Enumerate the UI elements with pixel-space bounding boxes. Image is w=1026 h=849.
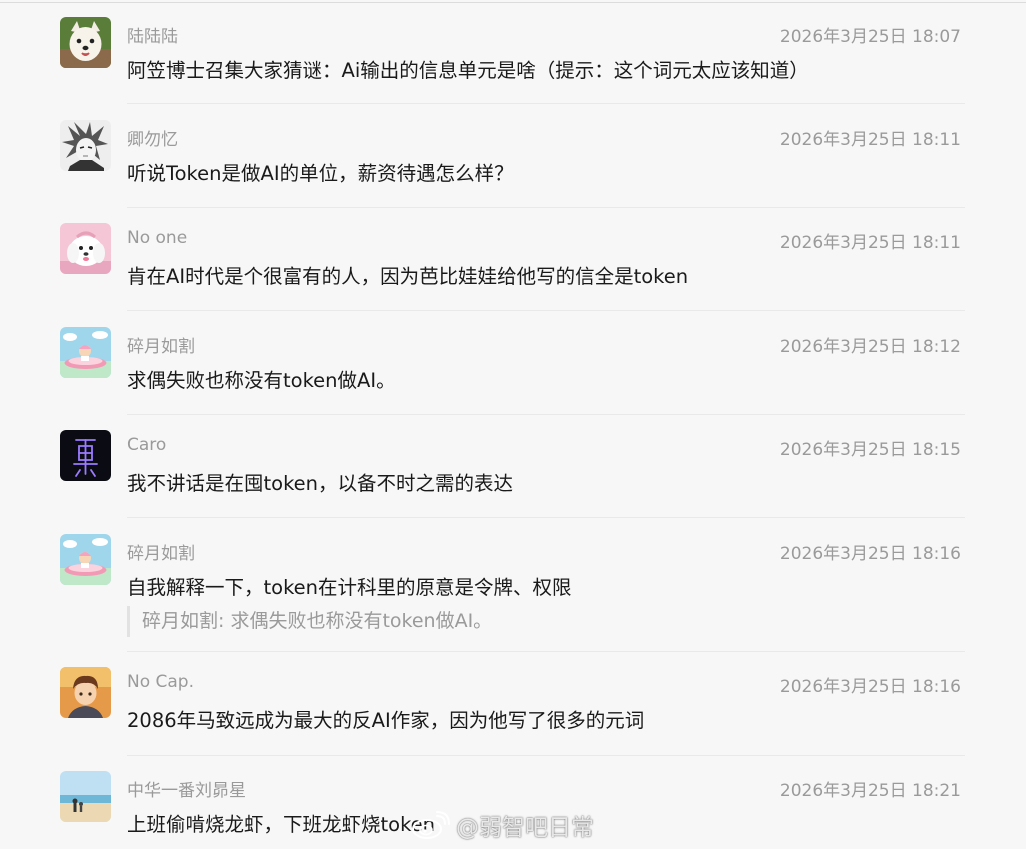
top-divider	[0, 2, 1026, 3]
avatar[interactable]	[60, 534, 111, 585]
avatar[interactable]	[60, 223, 111, 274]
commenter-name[interactable]: No one	[127, 228, 187, 248]
comment-text: 自我解释一下，token在计科里的原意是令牌、权限	[127, 576, 572, 599]
comment-divider	[127, 755, 965, 756]
commenter-name[interactable]: Caro	[127, 435, 166, 455]
quoted-reply[interactable]: 碎月如割: 求偶失败也称没有token做AI。	[127, 606, 492, 637]
comment-text: 我不讲话是在囤token，以备不时之需的表达	[127, 472, 514, 495]
comment-text: 2086年马致远成为最大的反AI作家，因为他写了很多的元词	[127, 709, 645, 732]
weibo-logo-icon	[410, 810, 450, 840]
commenter-name[interactable]: 陆陆陆	[127, 22, 178, 47]
comment-time: 2026年3月25日 18:21	[779, 781, 961, 801]
comment-time: 2026年3月25日 18:16	[779, 544, 961, 564]
comment-text: 求偶失败也称没有token做AI。	[127, 369, 396, 392]
avatar[interactable]	[60, 771, 111, 822]
watermark: @弱智吧日常	[410, 808, 594, 842]
comment-divider	[127, 103, 965, 104]
comment-time: 2026年3月25日 18:07	[779, 27, 961, 47]
comment-time: 2026年3月25日 18:11	[779, 233, 961, 253]
comment-time: 2026年3月25日 18:16	[779, 677, 961, 697]
avatar[interactable]	[60, 667, 111, 718]
avatar[interactable]	[60, 327, 111, 378]
comment-text: 听说Token是做AI的单位，薪资待遇怎么样？	[127, 162, 514, 185]
comment-time: 2026年3月25日 18:12	[779, 337, 961, 357]
comment-divider	[127, 207, 965, 208]
watermark-text: @弱智吧日常	[456, 815, 594, 841]
commenter-name[interactable]: 碎月如割	[127, 332, 195, 357]
avatar[interactable]	[60, 17, 111, 68]
comment-time: 2026年3月25日 18:11	[779, 130, 961, 150]
comment-text: 阿笠博士召集大家猜谜：Ai输出的信息单元是啥（提示：这个词元太应该知道）	[127, 59, 809, 82]
comment-divider	[127, 517, 965, 518]
commenter-name[interactable]: 中华一番刘昴星	[127, 776, 246, 801]
avatar[interactable]	[60, 120, 111, 171]
comment-time: 2026年3月25日 18:15	[779, 440, 961, 460]
commenter-name[interactable]: 卿勿忆	[127, 125, 178, 150]
comment-divider	[127, 414, 965, 415]
comment-text: 肯在AI时代是个很富有的人，因为芭比娃娃给他写的信全是token	[127, 265, 689, 288]
comment-divider	[127, 310, 965, 311]
commenter-name[interactable]: No Cap.	[127, 672, 194, 692]
comment-divider	[127, 651, 965, 652]
commenter-name[interactable]: 碎月如割	[127, 539, 195, 564]
comment-text: 上班偷啃烧龙虾，下班龙虾烧token	[127, 813, 436, 836]
avatar[interactable]	[60, 430, 111, 481]
